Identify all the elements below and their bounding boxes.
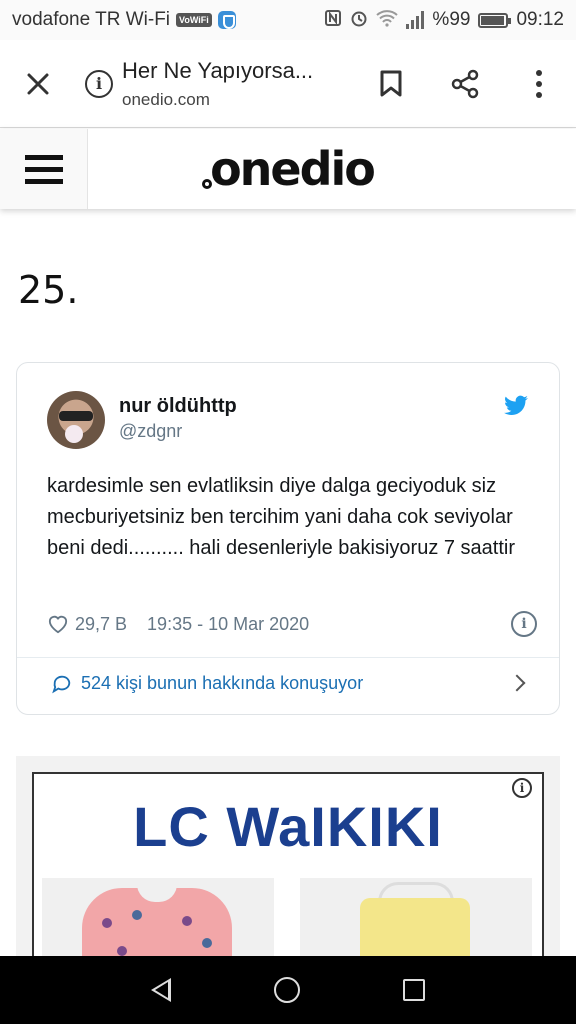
tweet-text: kardesimle sen evlatliksin diye dalga ge… [47,475,516,559]
advertisement: LC WaIKIKI i [16,756,560,972]
tweet-meta: 29,7 B 19:35 - 10 Mar 2020 i [47,611,537,637]
home-icon[interactable] [273,977,300,1003]
logo-text: onedio [210,142,376,196]
bookmark-icon [380,70,402,96]
system-nav-bar [0,956,576,1024]
page-title-block[interactable]: Her Ne Yapıyorsa... onedio.com [122,58,352,110]
embedded-tweet[interactable]: nur öldühttp @zdgnr kardesimle sen evlat… [16,362,560,715]
conversation-link[interactable]: 524 kişi bunun hakkında konuşuyor [51,673,527,694]
nfc-icon [324,9,342,32]
vowifi-icon: VoWiFi [176,13,212,27]
twitter-bird-icon[interactable] [503,393,529,419]
alarm-icon [350,9,368,32]
ad-info-icon[interactable]: i [512,778,532,798]
tweet-author-handle[interactable]: @zdgnr [119,421,182,442]
bookmark-button[interactable] [354,40,428,128]
tweet-author-name[interactable]: nur öldühttp [119,395,237,418]
more-vert-icon [536,69,542,98]
site-info-button[interactable]: i [76,40,122,128]
wifi-icon [376,9,399,32]
avatar[interactable] [47,391,105,449]
share-icon [451,69,479,98]
close-icon [27,73,49,94]
status-right: %99 09:12 [324,9,564,32]
page-url: onedio.com [122,89,210,109]
logo-dot-icon [202,179,213,189]
share-button[interactable] [428,40,502,128]
battery-percent: %99 [432,9,471,30]
site-logo[interactable]: onedio [88,142,488,196]
tweet-timestamp[interactable]: 19:35 - 10 Mar 2020 [147,614,309,635]
site-header: onedio [0,129,576,209]
page-title: Her Ne Yapıyorsa... [122,57,314,83]
status-left: vodafone TR Wi-Fi VoWiFi [12,9,236,31]
clock: 09:12 [516,9,564,30]
heart-icon [48,615,68,634]
like-button[interactable]: 29,7 B [47,614,127,635]
tweet-info-icon[interactable]: i [511,611,537,637]
list-item-number: 25. [18,268,79,312]
battery-icon [478,12,512,28]
back-icon[interactable] [151,978,172,1002]
recents-icon[interactable] [402,979,425,1001]
info-icon: i [85,69,113,98]
browser-actions [354,40,576,128]
more-options-button[interactable] [502,40,576,128]
conversation-label: 524 kişi bunun hakkında konuşuyor [81,673,364,693]
like-count: 29,7 B [75,613,128,634]
comment-icon [52,675,71,693]
status-bar: vodafone TR Wi-Fi VoWiFi %99 09:12 [0,0,576,40]
close-tab-button[interactable] [0,40,76,128]
browser-toolbar: i Her Ne Yapıyorsa... onedio.com [0,40,576,128]
signal-icon [406,11,425,29]
ad-brand-logo[interactable]: LC WaIKIKI [34,794,542,859]
carrier-label: vodafone TR Wi-Fi [12,9,171,30]
ad-banner[interactable]: LC WaIKIKI i [32,772,544,972]
divider [17,657,559,658]
menu-button[interactable] [0,129,88,209]
shield-icon [217,11,236,29]
